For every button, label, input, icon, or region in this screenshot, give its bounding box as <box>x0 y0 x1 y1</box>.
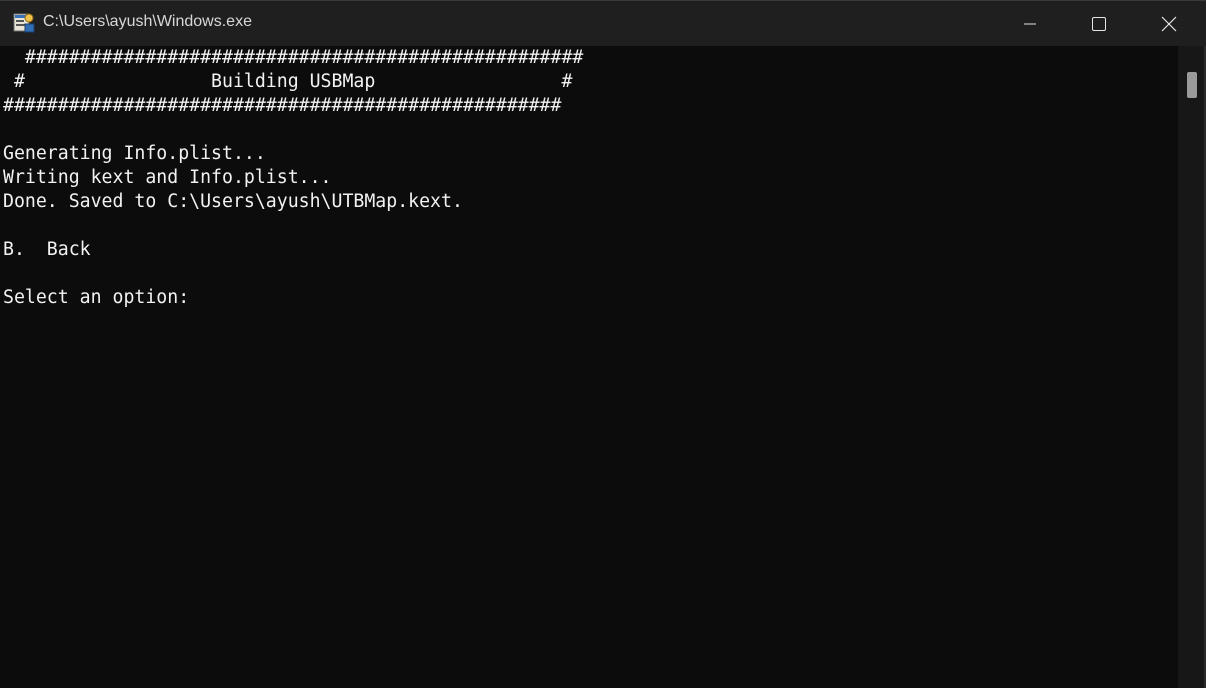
console-line-back-option: B. Back <box>3 239 91 260</box>
window-title: C:\Users\ayush\Windows.exe <box>43 13 252 30</box>
console-line-blank <box>3 214 583 238</box>
close-button[interactable] <box>1134 1 1204 46</box>
maximize-button[interactable] <box>1064 1 1134 46</box>
terminal-window: C:\Users\ayush\Windows.exe #############… <box>0 0 1206 688</box>
console-line-prompt: Select an option: <box>3 287 201 308</box>
scrollbar-thumb[interactable] <box>1187 72 1197 98</box>
console-line-generating: Generating Info.plist... <box>3 143 266 164</box>
console-line-blank <box>3 262 583 286</box>
title-bar[interactable]: C:\Users\ayush\Windows.exe <box>0 0 1206 46</box>
console-line-blank <box>3 118 583 142</box>
console-line-done: Done. Saved to C:\Users\ayush\UTBMap.kex… <box>3 191 463 212</box>
console-line-writing: Writing kext and Info.plist... <box>3 167 332 188</box>
console-app-icon <box>13 11 35 33</box>
minimize-icon <box>1024 18 1036 30</box>
console-text: ########################################… <box>3 46 583 310</box>
maximize-icon <box>1092 16 1106 31</box>
console-line-banner-title: # Building USBMap # <box>3 71 573 92</box>
console-line-banner-top: ########################################… <box>3 47 584 68</box>
vertical-scrollbar[interactable] <box>1178 46 1204 688</box>
console-line-banner-bottom: ########################################… <box>3 95 562 116</box>
close-icon <box>1161 16 1177 32</box>
minimize-button[interactable] <box>995 1 1065 46</box>
console-output-area[interactable]: ########################################… <box>0 46 1178 688</box>
